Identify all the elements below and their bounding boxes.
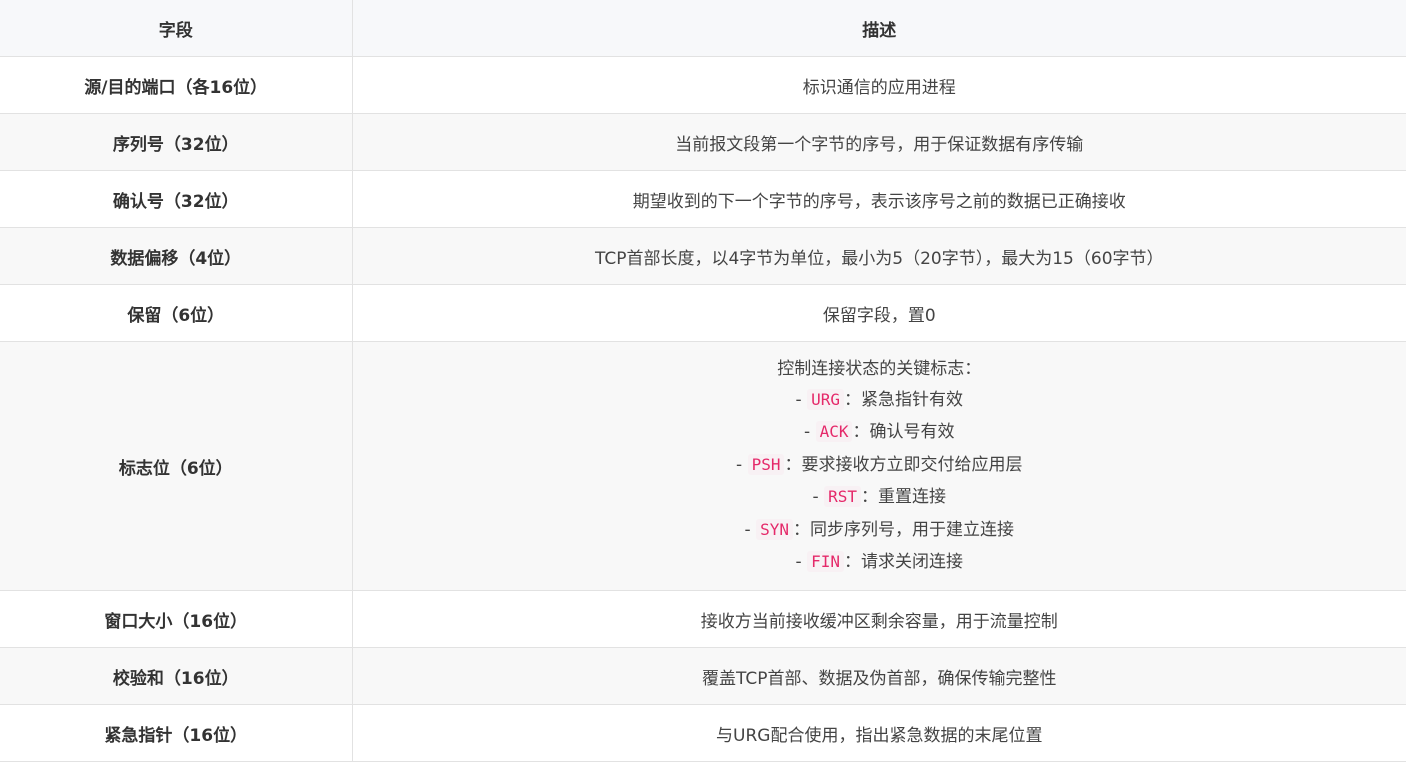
table-row: 保留（6位） 保留字段，置0 [0, 285, 1406, 342]
flags-description: 控制连接状态的关键标志： - URG：紧急指针有效 - ACK：确认号有效 - … [352, 342, 1406, 591]
table-header-row: 字段 描述 [0, 0, 1406, 57]
flag-item-urg: - URG：紧急指针有效 [353, 384, 1406, 417]
flag-text: ：请求关闭连接 [844, 552, 963, 572]
flag-item-psh: - PSH：要求接收方立即交付给应用层 [353, 449, 1406, 482]
flag-prefix: - [796, 390, 808, 410]
tcp-header-fields-table: 字段 描述 源/目的端口（各16位） 标识通信的应用进程 序列号（32位） 当前… [0, 0, 1406, 762]
flag-prefix: - [813, 487, 825, 507]
field-name: 标志位（6位） [0, 342, 352, 591]
field-description: TCP首部长度，以4字节为单位，最小为5（20字节），最大为15（60字节） [352, 228, 1406, 285]
flag-text: ：同步序列号，用于建立连接 [793, 520, 1014, 540]
flag-text: ：紧急指针有效 [844, 390, 963, 410]
table-row: 窗口大小（16位） 接收方当前接收缓冲区剩余容量，用于流量控制 [0, 591, 1406, 648]
field-description: 期望收到的下一个字节的序号，表示该序号之前的数据已正确接收 [352, 171, 1406, 228]
field-name: 确认号（32位） [0, 171, 352, 228]
flag-text: ：确认号有效 [852, 422, 954, 442]
table-row: 校验和（16位） 覆盖TCP首部、数据及伪首部，确保传输完整性 [0, 648, 1406, 705]
flag-item-fin: - FIN：请求关闭连接 [353, 546, 1406, 579]
table-row: 紧急指针（16位） 与URG配合使用，指出紧急数据的末尾位置 [0, 705, 1406, 762]
flag-code: URG [807, 389, 844, 410]
flag-text: ：重置连接 [861, 487, 946, 507]
flag-prefix: - [745, 520, 757, 540]
table-row: 数据偏移（4位） TCP首部长度，以4字节为单位，最小为5（20字节），最大为1… [0, 228, 1406, 285]
flag-code: RST [824, 486, 861, 507]
field-name: 序列号（32位） [0, 114, 352, 171]
flag-item-syn: - SYN：同步序列号，用于建立连接 [353, 514, 1406, 547]
flags-intro: 控制连接状态的关键标志： [353, 354, 1406, 384]
flag-item-ack: - ACK：确认号有效 [353, 416, 1406, 449]
field-name: 保留（6位） [0, 285, 352, 342]
flag-item-rst: - RST：重置连接 [353, 481, 1406, 514]
field-description: 标识通信的应用进程 [352, 57, 1406, 114]
field-description: 当前报文段第一个字节的序号，用于保证数据有序传输 [352, 114, 1406, 171]
table-row: 源/目的端口（各16位） 标识通信的应用进程 [0, 57, 1406, 114]
field-description: 与URG配合使用，指出紧急数据的末尾位置 [352, 705, 1406, 762]
field-description: 覆盖TCP首部、数据及伪首部，确保传输完整性 [352, 648, 1406, 705]
field-name: 校验和（16位） [0, 648, 352, 705]
table-row: 序列号（32位） 当前报文段第一个字节的序号，用于保证数据有序传输 [0, 114, 1406, 171]
flag-code: ACK [816, 421, 853, 442]
field-description: 保留字段，置0 [352, 285, 1406, 342]
flag-code: PSH [748, 454, 785, 475]
column-header-field: 字段 [0, 0, 352, 57]
flag-prefix: - [796, 552, 808, 572]
table-row: 确认号（32位） 期望收到的下一个字节的序号，表示该序号之前的数据已正确接收 [0, 171, 1406, 228]
flag-code: SYN [756, 519, 793, 540]
flag-code: FIN [807, 551, 844, 572]
table-row-flags: 标志位（6位） 控制连接状态的关键标志： - URG：紧急指针有效 - ACK：… [0, 342, 1406, 591]
field-name: 源/目的端口（各16位） [0, 57, 352, 114]
field-name: 数据偏移（4位） [0, 228, 352, 285]
flag-prefix: - [804, 422, 816, 442]
field-name: 窗口大小（16位） [0, 591, 352, 648]
column-header-description: 描述 [352, 0, 1406, 57]
field-description: 接收方当前接收缓冲区剩余容量，用于流量控制 [352, 591, 1406, 648]
field-name: 紧急指针（16位） [0, 705, 352, 762]
flag-prefix: - [736, 455, 748, 475]
flag-text: ：要求接收方立即交付给应用层 [784, 455, 1022, 475]
